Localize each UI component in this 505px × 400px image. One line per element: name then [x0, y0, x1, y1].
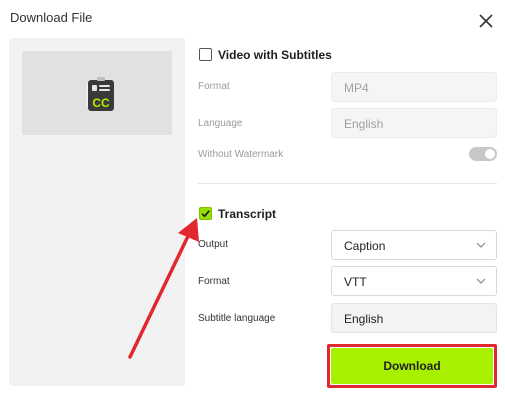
file-thumbnail: CC: [22, 51, 172, 135]
subtitle-language-label: Subtitle language: [198, 313, 276, 324]
output-select[interactable]: Caption: [331, 230, 497, 260]
transcript-format-label: Format: [198, 276, 230, 287]
download-button[interactable]: Download: [331, 348, 493, 384]
svg-text:CC: CC: [92, 96, 110, 110]
video-with-subtitles-label: Video with Subtitles: [218, 48, 332, 62]
transcript-format-select[interactable]: VTT: [331, 266, 497, 296]
video-language-field: English: [331, 108, 497, 138]
toggle-knob: [485, 149, 495, 159]
video-format-field: MP4: [331, 72, 497, 102]
video-with-subtitles-checkbox[interactable]: [199, 48, 212, 61]
close-icon[interactable]: [478, 13, 494, 29]
output-value: Caption: [344, 239, 386, 253]
transcript-format-value: VTT: [344, 275, 367, 289]
transcript-checkbox[interactable]: [199, 207, 212, 220]
output-label: Output: [198, 239, 229, 250]
chevron-down-icon: [476, 278, 486, 284]
without-watermark-label: Without Watermark: [198, 149, 284, 160]
closed-caption-file-icon: CC: [85, 77, 114, 111]
video-language-label: Language: [198, 118, 243, 129]
transcript-label: Transcript: [218, 207, 277, 221]
dialog-title: Download File: [10, 10, 93, 25]
subtitle-language-field: English: [331, 303, 497, 333]
video-format-label: Format: [198, 81, 230, 92]
checkmark-icon: [201, 210, 210, 218]
chevron-down-icon: [476, 242, 486, 248]
without-watermark-toggle[interactable]: [469, 147, 497, 161]
preview-panel: CC: [9, 38, 185, 386]
download-file-dialog: Download File CC Video with Subtitles Fo…: [0, 0, 505, 400]
section-divider: [198, 183, 497, 184]
